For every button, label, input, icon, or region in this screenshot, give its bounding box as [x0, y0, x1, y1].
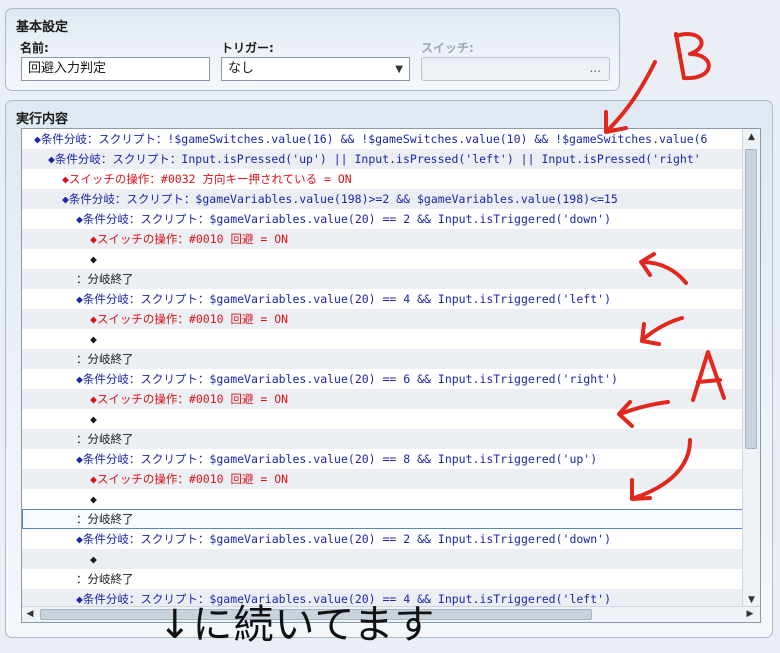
list-item[interactable]: ◆: [22, 409, 744, 429]
command-rows: ◆条件分岐：スクリプト：!$gameSwitches.value(16) && …: [22, 129, 744, 608]
list-item[interactable]: ◆スイッチの操作：#0032 方向キー押されている = ON: [22, 169, 744, 189]
command-text: ◆: [90, 552, 97, 566]
list-item[interactable]: ◆スイッチの操作：#0010 回避 = ON: [22, 389, 744, 409]
list-item[interactable]: ：分岐終了: [22, 429, 744, 449]
continued-below-note: ↓に続いてます: [158, 602, 436, 648]
command-text: ◆: [90, 252, 97, 266]
list-item[interactable]: ◆条件分岐：スクリプト：$gameVariables.value(198)>=2…: [22, 189, 744, 209]
dropdown-arrow-icon: ▼: [395, 64, 403, 75]
list-item[interactable]: ：分岐終了: [22, 569, 744, 589]
command-text: ◆スイッチの操作：#0010 回避 = ON: [90, 472, 289, 486]
command-text: ：分岐終了: [76, 512, 134, 526]
command-text: ◆条件分岐：スクリプト：Input.isPressed('up') || Inp…: [48, 152, 701, 166]
list-item[interactable]: ◆条件分岐：スクリプト：$gameVariables.value(20) == …: [22, 449, 744, 469]
command-text: ◆: [90, 332, 97, 346]
list-item[interactable]: ◆: [22, 249, 744, 269]
scroll-left-arrow-icon[interactable]: ◀: [22, 607, 38, 622]
list-item[interactable]: ◆条件分岐：スクリプト：Input.isPressed('up') || Inp…: [22, 149, 744, 169]
trigger-select[interactable]: なし ▼: [221, 57, 410, 81]
switch-selector[interactable]: ...: [421, 57, 610, 81]
command-text: ：分岐終了: [76, 572, 134, 586]
command-text: ◆条件分岐：スクリプト：$gameVariables.value(20) == …: [76, 452, 598, 466]
switch-label: スイッチ:: [421, 41, 474, 55]
command-text: ◆スイッチの操作：#0010 回避 = ON: [90, 312, 289, 326]
list-item[interactable]: ◆スイッチの操作：#0010 回避 = ON: [22, 309, 744, 329]
list-item[interactable]: ◆スイッチの操作：#0010 回避 = ON: [22, 229, 744, 249]
command-text: ：分岐終了: [76, 272, 134, 286]
list-item[interactable]: ◆条件分岐：スクリプト：$gameVariables.value(20) == …: [22, 529, 744, 549]
command-text: ◆条件分岐：スクリプト：$gameVariables.value(198)>=2…: [62, 192, 618, 206]
command-text: ◆: [90, 412, 97, 426]
trigger-value: なし: [228, 61, 255, 76]
command-text: ◆スイッチの操作：#0010 回避 = ON: [90, 232, 289, 246]
basic-settings-panel: 基本設定 名前: 回避入力判定 トリガー: なし ▼ スイッチ: ...: [5, 8, 620, 91]
command-text: ◆条件分岐：スクリプト：$gameVariables.value(20) == …: [76, 212, 611, 226]
vertical-scroll-thumb[interactable]: [745, 149, 757, 449]
command-text: ◆条件分岐：スクリプト：$gameVariables.value(20) == …: [76, 372, 618, 386]
command-text: ◆条件分岐：スクリプト：$gameVariables.value(20) == …: [76, 292, 611, 306]
list-item[interactable]: ◆条件分岐：スクリプト：$gameVariables.value(20) == …: [22, 289, 744, 309]
list-item-selected[interactable]: ：分岐終了: [22, 509, 744, 529]
trigger-label: トリガー:: [221, 41, 274, 55]
command-text: ：分岐終了: [76, 432, 134, 446]
name-label: 名前:: [20, 41, 49, 55]
list-item[interactable]: ◆: [22, 489, 744, 509]
list-item[interactable]: ◆: [22, 549, 744, 569]
list-item[interactable]: ◆条件分岐：スクリプト：!$gameSwitches.value(16) && …: [22, 129, 744, 149]
command-text: ◆条件分岐：スクリプト：$gameVariables.value(20) == …: [76, 532, 611, 546]
label-b-mark: [674, 32, 711, 81]
command-text: ◆スイッチの操作：#0032 方向キー押されている = ON: [62, 172, 352, 186]
switch-browse-button[interactable]: ...: [590, 61, 601, 75]
name-field[interactable]: 回避入力判定: [21, 57, 210, 81]
contents-title: 実行内容: [16, 112, 69, 127]
list-item[interactable]: ：分岐終了: [22, 349, 744, 369]
list-item[interactable]: ◆スイッチの操作：#0010 回避 = ON: [22, 469, 744, 489]
command-text: ◆条件分岐：スクリプト：!$gameSwitches.value(16) && …: [34, 132, 708, 146]
vertical-scrollbar[interactable]: ▲ ▼: [742, 129, 760, 608]
command-text: ：分岐終了: [76, 352, 134, 366]
list-item[interactable]: ◆条件分岐：スクリプト：$gameVariables.value(20) == …: [22, 209, 744, 229]
scroll-up-arrow-icon[interactable]: ▲: [743, 129, 760, 145]
scroll-right-arrow-icon[interactable]: ▶: [742, 607, 758, 622]
basic-settings-title: 基本設定: [16, 20, 69, 35]
command-text: ◆スイッチの操作：#0010 回避 = ON: [90, 392, 289, 406]
event-command-list[interactable]: ◆条件分岐：スクリプト：!$gameSwitches.value(16) && …: [21, 128, 761, 623]
list-item[interactable]: ◆: [22, 329, 744, 349]
command-text: ◆: [90, 492, 97, 506]
list-item[interactable]: ：分岐終了: [22, 269, 744, 289]
list-item[interactable]: ◆条件分岐：スクリプト：$gameVariables.value(20) == …: [22, 369, 744, 389]
